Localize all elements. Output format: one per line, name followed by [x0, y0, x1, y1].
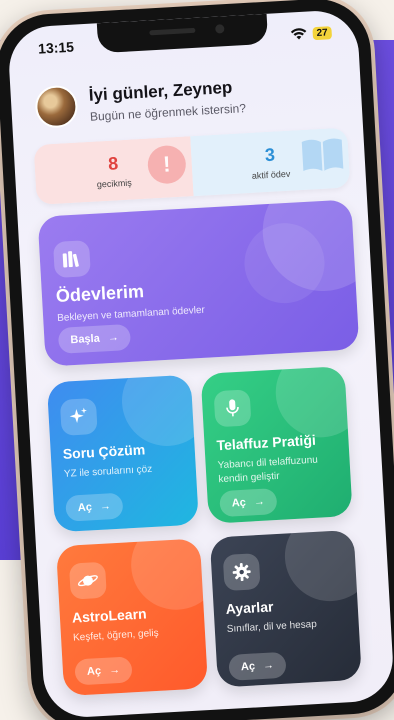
- stats-panel: ! 8 gecikmiş 3 aktif ödev: [33, 127, 351, 205]
- card-decoration: [119, 374, 199, 449]
- card-telaffuz-button-label: Aç: [231, 496, 247, 510]
- card-astrolearn[interactable]: AstroLearn Keşfet, öğren, geliş Aç →: [55, 538, 209, 697]
- card-decoration: [282, 529, 362, 604]
- alert-icon: !: [146, 144, 187, 185]
- stat-active[interactable]: 3 aktif ödev: [190, 127, 351, 197]
- arrow-right-icon: →: [262, 659, 275, 672]
- avatar[interactable]: [34, 84, 79, 129]
- status-time: 13:15: [37, 38, 75, 57]
- stat-late-value: 8: [107, 152, 119, 174]
- arrow-right-icon: →: [108, 664, 121, 677]
- camera: [215, 24, 225, 34]
- stat-active-value: 3: [264, 144, 276, 165]
- status-right: 27: [290, 25, 333, 41]
- card-soru-subtitle: YZ ile sorularını çöz: [63, 463, 153, 480]
- card-ayarlar[interactable]: Ayarlar Sınıflar, dil ve hesap Aç →: [209, 529, 362, 688]
- speaker: [149, 27, 196, 36]
- books-icon: [52, 240, 91, 279]
- card-astro-button-label: Aç: [86, 665, 102, 678]
- card-odevlerim-button-label: Başla: [70, 332, 101, 347]
- card-astro-subtitle: Keşfet, öğren, geliş: [72, 627, 159, 644]
- card-decoration: [128, 538, 209, 613]
- arrow-right-icon: →: [253, 495, 266, 509]
- card-astro-title: AstroLearn: [71, 605, 147, 626]
- notch: [96, 13, 269, 54]
- greeting-block: İyi günler, Zeynep Bugün ne öğrenmek ist…: [88, 77, 246, 124]
- stat-late[interactable]: ! 8 gecikmiş: [33, 136, 194, 205]
- card-odevlerim-subtitle: Bekleyen ve tamamlanan ödevler: [56, 304, 206, 324]
- gear-icon: [222, 553, 261, 592]
- card-odevlerim[interactable]: Ödevlerim Bekleyen ve tamamlanan ödevler…: [37, 199, 360, 367]
- card-ayarlar-subtitle: Sınıflar, dil ve hesap: [226, 618, 318, 635]
- arrow-right-icon: →: [107, 331, 120, 345]
- battery-indicator: 27: [312, 25, 333, 40]
- app-screen: 13:15 27 İyi günler, Zeynep Bugün ne öğr…: [6, 8, 394, 720]
- card-telaffuz-title: Telaffuz Pratiği: [216, 431, 317, 454]
- card-telaffuz[interactable]: Telaffuz Pratiği Yabancı dil telaffuzunu…: [200, 366, 353, 524]
- card-soru-cozum[interactable]: Soru Çözüm YZ ile sorularını çöz Aç →: [46, 374, 199, 533]
- stat-active-label: aktif ödev: [251, 168, 291, 181]
- card-telaffuz-subtitle: Yabancı dil telaffuzunu kendin geliştir: [217, 454, 319, 486]
- wifi-icon: [290, 28, 307, 41]
- card-soru-button[interactable]: Aç →: [65, 492, 124, 522]
- planet-icon: [68, 561, 107, 600]
- card-soru-title: Soru Çözüm: [62, 441, 146, 462]
- card-ayarlar-button-label: Aç: [240, 660, 256, 674]
- card-ayarlar-title: Ayarlar: [225, 598, 274, 617]
- microphone-icon: [213, 389, 252, 428]
- card-soru-button-label: Aç: [77, 501, 93, 515]
- card-astro-button[interactable]: Aç →: [74, 656, 133, 686]
- header: İyi günler, Zeynep Bugün ne öğrenmek ist…: [34, 68, 346, 131]
- sparkles-icon: [59, 397, 98, 436]
- phone-mockup: 13:15 27 İyi günler, Zeynep Bugün ne öğr…: [0, 0, 394, 720]
- card-telaffuz-button[interactable]: Aç →: [219, 488, 278, 518]
- card-ayarlar-button[interactable]: Aç →: [228, 651, 287, 681]
- arrow-right-icon: →: [99, 500, 112, 513]
- stat-late-label: gecikmiş: [96, 177, 133, 190]
- book-icon: [301, 138, 344, 171]
- card-odevlerim-button[interactable]: Başla →: [57, 323, 132, 354]
- phone-frame: 13:15 27 İyi günler, Zeynep Bugün ne öğr…: [0, 0, 394, 720]
- card-decoration: [273, 366, 353, 440]
- card-odevlerim-title: Ödevlerim: [55, 281, 145, 306]
